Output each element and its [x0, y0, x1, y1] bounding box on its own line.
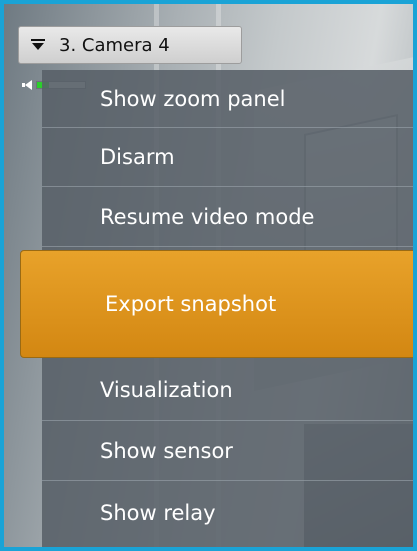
menu-item-label: Export snapshot [105, 292, 277, 316]
menu-item-label: Disarm [100, 145, 175, 169]
menu-item-label: Visualization [100, 378, 233, 402]
speaker-icon [22, 80, 33, 90]
menu-item-label: Resume video mode [100, 204, 315, 229]
menu-item-export-snapshot[interactable]: Export snapshot [20, 250, 413, 358]
menu-item-show-zoom-panel[interactable]: Show zoom panel [42, 70, 413, 128]
camera-title-button[interactable]: 3. Camera 4 [18, 26, 242, 64]
menu-item-label: Show sensor [100, 438, 233, 463]
menu-item-visualization[interactable]: Visualization [42, 360, 413, 421]
menu-item-show-sensor[interactable]: Show sensor [42, 421, 413, 481]
camera-view[interactable]: 3. Camera 4 Show zoom panel Disarm Resum… [0, 0, 417, 551]
menu-item-label: Show relay [100, 501, 216, 525]
menu-triangle-icon [31, 39, 45, 51]
menu-item-resume-video-mode[interactable]: Resume video mode [42, 187, 413, 247]
menu-item-label: Show zoom panel [100, 86, 286, 111]
camera-title: 3. Camera 4 [59, 34, 170, 56]
menu-item-disarm[interactable]: Disarm [42, 128, 413, 187]
menu-item-show-relay[interactable]: Show relay [42, 481, 413, 545]
